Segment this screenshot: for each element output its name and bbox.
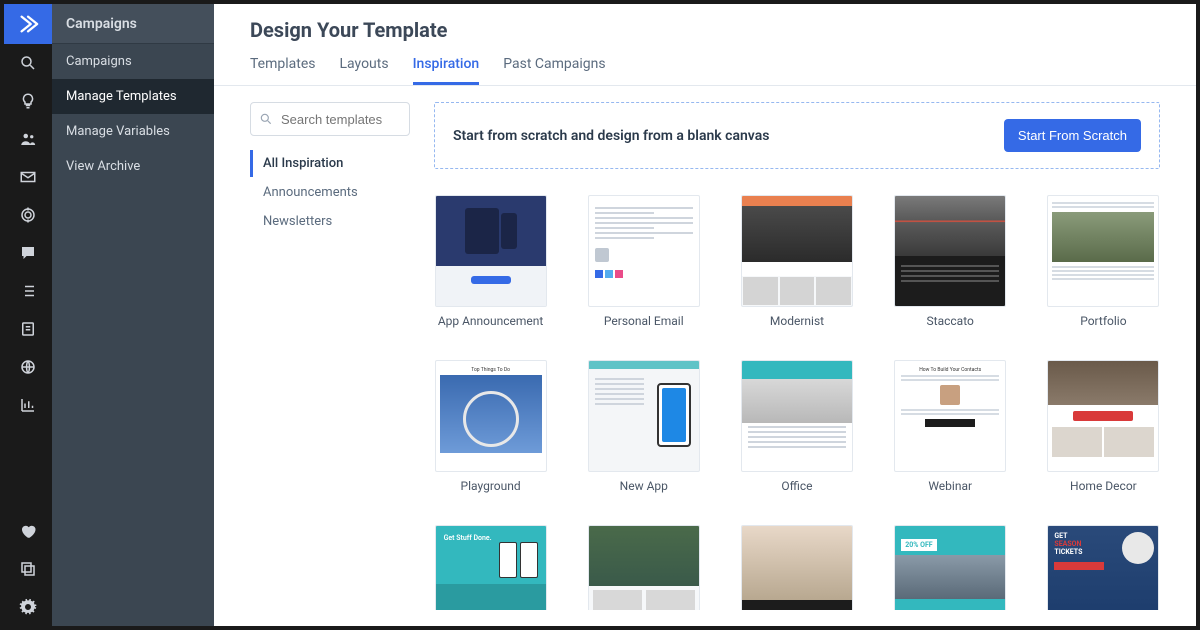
template-caption: Playground xyxy=(461,479,521,493)
template-card[interactable]: Home Decor xyxy=(1047,360,1160,493)
nav-manage-variables[interactable]: Manage Variables xyxy=(52,114,214,149)
search-icon[interactable] xyxy=(4,44,52,82)
template-thumbnail: Top Things To Do xyxy=(435,360,547,472)
contacts-icon[interactable] xyxy=(4,120,52,158)
chart-icon[interactable] xyxy=(4,386,52,424)
secondary-nav: Campaigns Campaigns Manage Templates Man… xyxy=(52,4,214,626)
template-thumbnail xyxy=(1047,195,1159,307)
template-thumbnail xyxy=(741,360,853,472)
template-card[interactable]: Portfolio xyxy=(1047,195,1160,328)
scratch-text: Start from scratch and design from a bla… xyxy=(453,128,769,144)
tab-templates[interactable]: Templates xyxy=(250,56,316,85)
search-input[interactable] xyxy=(250,102,410,136)
heart-icon[interactable] xyxy=(4,512,52,550)
template-caption: Webinar xyxy=(928,479,972,493)
tab-inspiration[interactable]: Inspiration xyxy=(413,56,480,85)
nav-view-archive[interactable]: View Archive xyxy=(52,149,214,184)
template-thumbnail xyxy=(435,195,547,307)
template-thumbnail xyxy=(588,195,700,307)
template-caption: New App xyxy=(620,479,668,493)
nav-manage-templates[interactable]: Manage Templates xyxy=(52,79,214,114)
template-caption: Modernist xyxy=(770,314,824,328)
globe-icon[interactable] xyxy=(4,348,52,386)
filter-all-inspiration[interactable]: All Inspiration xyxy=(250,150,410,177)
template-thumbnail xyxy=(1047,360,1159,472)
template-caption: App Announcement xyxy=(438,314,544,328)
mail-icon[interactable] xyxy=(4,158,52,196)
template-card[interactable]: Get Stuff Done. xyxy=(434,525,547,610)
start-from-scratch-button[interactable]: Start From Scratch xyxy=(1004,119,1141,152)
lightbulb-icon[interactable] xyxy=(4,82,52,120)
template-thumbnail: 20% OFF xyxy=(894,525,1006,610)
template-card[interactable]: How To Build Your Contacts Webinar xyxy=(894,360,1007,493)
template-card[interactable]: 20% OFF xyxy=(894,525,1007,610)
tabs: Templates Layouts Inspiration Past Campa… xyxy=(214,56,1196,86)
template-thumbnail xyxy=(741,195,853,307)
list-icon[interactable] xyxy=(4,272,52,310)
icon-rail xyxy=(4,4,52,626)
main-area: Design Your Template Templates Layouts I… xyxy=(214,4,1196,626)
template-card[interactable]: App Announcement xyxy=(434,195,547,328)
secondary-nav-title: Campaigns xyxy=(52,4,214,44)
scratch-banner: Start from scratch and design from a bla… xyxy=(434,102,1160,169)
content: All Inspiration Announcements Newsletter… xyxy=(214,86,1196,626)
template-thumbnail: How To Build Your Contacts xyxy=(894,360,1006,472)
tab-layouts[interactable]: Layouts xyxy=(340,56,389,85)
template-grid: App Announcement Personal Email xyxy=(434,195,1160,610)
document-icon[interactable] xyxy=(4,310,52,348)
app-root: Campaigns Campaigns Manage Templates Man… xyxy=(0,0,1200,630)
template-card[interactable] xyxy=(587,525,700,610)
filter-announcements[interactable]: Announcements xyxy=(250,179,410,206)
template-thumbnail: GETSEASONTICKETS xyxy=(1047,525,1159,610)
template-caption: Office xyxy=(781,479,812,493)
page-header: Design Your Template xyxy=(214,4,1196,56)
template-caption: Home Decor xyxy=(1070,479,1137,493)
copy-icon[interactable] xyxy=(4,550,52,588)
template-card[interactable]: Office xyxy=(740,360,853,493)
filter-list: All Inspiration Announcements Newsletter… xyxy=(250,150,410,235)
template-thumbnail: Get Stuff Done. xyxy=(435,525,547,610)
template-card[interactable]: New App xyxy=(587,360,700,493)
template-card[interactable]: Top Things To Do Playground xyxy=(434,360,547,493)
page-title: Design Your Template xyxy=(250,18,1160,42)
template-thumbnail xyxy=(894,195,1006,307)
target-icon[interactable] xyxy=(4,196,52,234)
template-caption: Staccato xyxy=(927,314,974,328)
search-wrapper xyxy=(250,102,410,136)
template-thumbnail xyxy=(741,525,853,610)
gear-icon[interactable] xyxy=(4,588,52,626)
nav-campaigns[interactable]: Campaigns xyxy=(52,44,214,79)
template-card[interactable]: Personal Email xyxy=(587,195,700,328)
app-logo[interactable] xyxy=(4,4,52,44)
template-card[interactable]: Staccato xyxy=(894,195,1007,328)
template-caption: Portfolio xyxy=(1080,314,1126,328)
template-caption: Personal Email xyxy=(604,314,684,328)
template-card[interactable] xyxy=(740,525,853,610)
right-column: Start from scratch and design from a bla… xyxy=(434,102,1160,610)
template-card[interactable]: GETSEASONTICKETS xyxy=(1047,525,1160,610)
template-thumbnail xyxy=(588,525,700,610)
template-card[interactable]: Modernist xyxy=(740,195,853,328)
chat-icon[interactable] xyxy=(4,234,52,272)
tab-past-campaigns[interactable]: Past Campaigns xyxy=(503,56,605,85)
left-column: All Inspiration Announcements Newsletter… xyxy=(250,102,410,610)
filter-newsletters[interactable]: Newsletters xyxy=(250,208,410,235)
template-thumbnail xyxy=(588,360,700,472)
search-input-icon xyxy=(259,111,273,130)
